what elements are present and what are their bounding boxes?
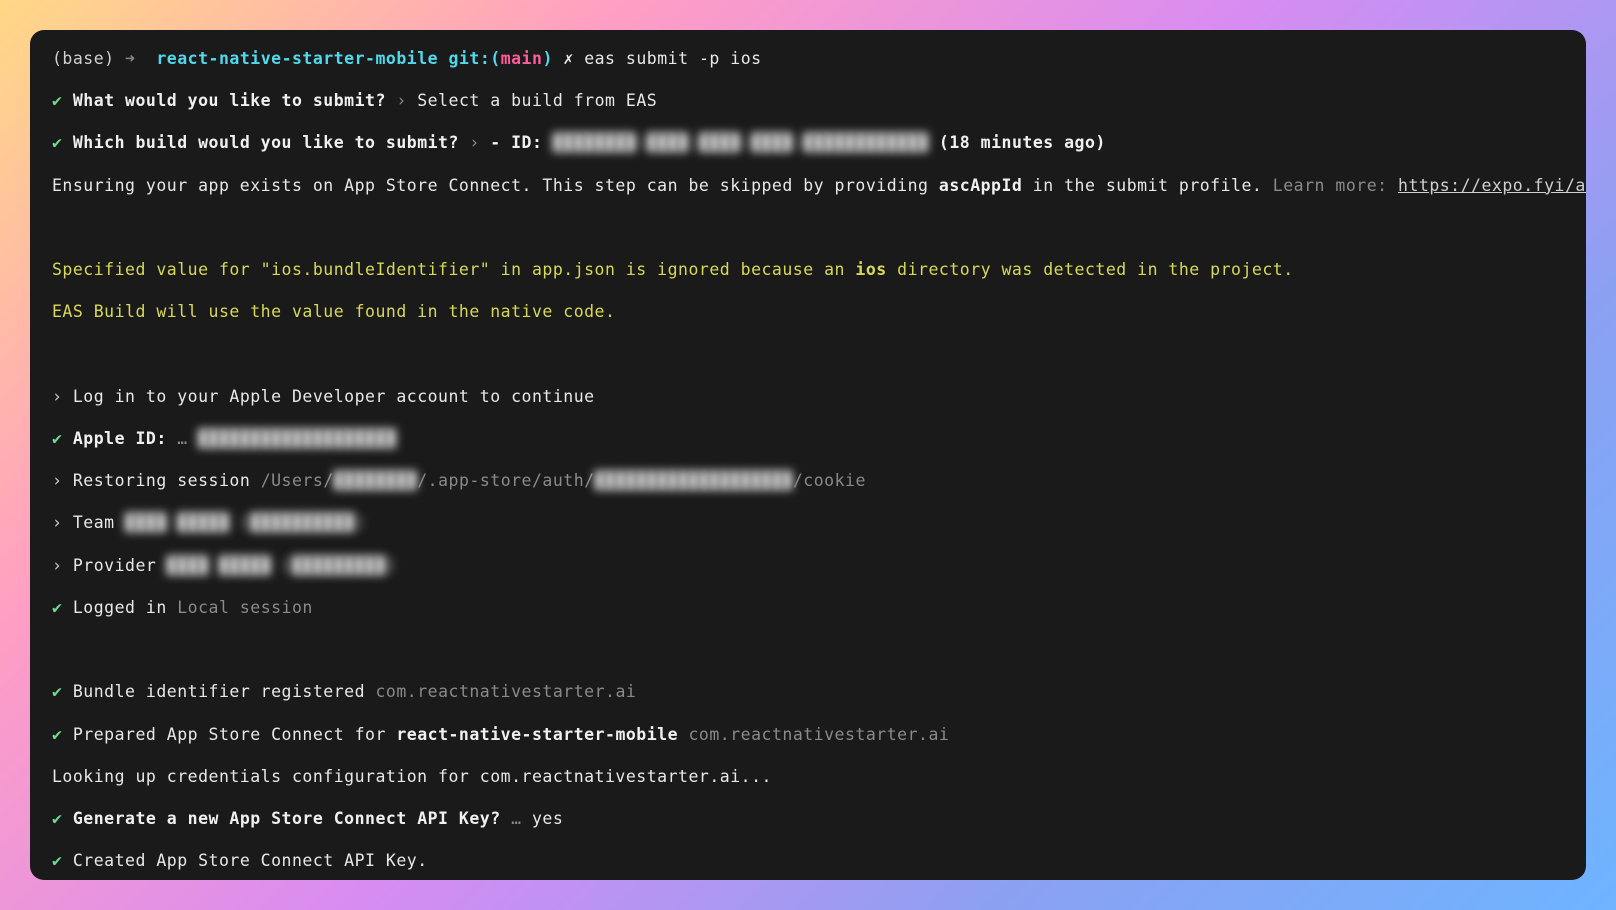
git-prefix: git:(: [449, 49, 501, 68]
typed-command: eas submit -p ios: [584, 49, 761, 68]
q2-time: (18 minutes ago): [939, 133, 1106, 152]
logged-in-line: ✔ Logged in Local session: [52, 597, 1564, 618]
warn1-post: directory was detected in the project.: [887, 260, 1294, 279]
redacted-apple-id: ███████████████████: [198, 429, 396, 448]
ensuring-line: Ensuring your app exists on App Store Co…: [52, 175, 1564, 196]
question-2: ✔ Which build would you like to submit? …: [52, 132, 1564, 153]
q2-text: Which build would you like to submit?: [73, 133, 459, 152]
prepared-bundle: com.reactnativestarter.ai: [678, 725, 949, 744]
bullet-icon: ›: [52, 387, 62, 406]
dirty-mark-icon: ✗: [563, 49, 573, 68]
prompt-line: (base) ➜ react-native-starter-mobile git…: [52, 48, 1564, 69]
question-1: ✔ What would you like to submit? › Selec…: [52, 90, 1564, 111]
warn1-pre: Specified value for "ios.bundleIdentifie…: [52, 260, 855, 279]
team-label: Team: [73, 513, 125, 532]
bundle-reg-text: Bundle identifier registered: [73, 682, 376, 701]
check-icon: ✔: [52, 133, 62, 152]
check-icon: ✔: [52, 682, 62, 701]
redacted-provider: ████ █████ (█████████): [167, 556, 397, 575]
provider-line: › Provider ████ █████ (█████████): [52, 555, 1564, 576]
restoring-line: › Restoring session /Users/████████/.app…: [52, 470, 1564, 491]
apple-id-label: Apple ID:: [73, 429, 167, 448]
apple-id-line: ✔ Apple ID: … ███████████████████: [52, 428, 1564, 449]
bullet-icon: ›: [52, 513, 62, 532]
generate-q: Generate a new App Store Connect API Key…: [73, 809, 501, 828]
path3: /cookie: [793, 471, 866, 490]
redacted-build-id: ████████-████-████-████-████████████: [553, 133, 929, 152]
ascAppId: ascAppId: [939, 176, 1022, 195]
generate-line: ✔ Generate a new App Store Connect API K…: [52, 808, 1564, 829]
created-line: ✔ Created App Store Connect API Key.: [52, 850, 1564, 871]
cwd: react-native-starter-mobile: [156, 49, 438, 68]
check-icon: ✔: [52, 429, 62, 448]
sep: ›: [396, 91, 406, 110]
prepared-pre: Prepared App Store Connect for: [73, 725, 396, 744]
created-text: Created App Store Connect API Key.: [73, 851, 428, 870]
logged-in-text: Logged in: [73, 598, 177, 617]
apple-login-line: › Log in to your Apple Developer account…: [52, 386, 1564, 407]
check-icon: ✔: [52, 91, 62, 110]
ensuring-post: in the submit profile.: [1022, 176, 1272, 195]
git-branch: main: [501, 49, 543, 68]
bullet-icon: ›: [52, 556, 62, 575]
team-line: › Team ████ █████ (██████████): [52, 512, 1564, 533]
check-icon: ✔: [52, 725, 62, 744]
prompt-arrow-icon: ➜: [125, 49, 135, 68]
path2: /.app-store/auth/: [417, 471, 594, 490]
check-icon: ✔: [52, 598, 62, 617]
q2-dash: - ID:: [490, 133, 542, 152]
check-icon: ✔: [52, 851, 62, 870]
warn1-ios: ios: [855, 260, 886, 279]
q1-answer: Select a build from EAS: [417, 91, 657, 110]
apple-login-text: Log in to your Apple Developer account t…: [73, 387, 595, 406]
local-session: Local session: [177, 598, 313, 617]
sep: ›: [469, 133, 479, 152]
terminal-window[interactable]: (base) ➜ react-native-starter-mobile git…: [30, 30, 1586, 880]
redacted-team: ████ █████ (██████████): [125, 513, 365, 532]
bundle-id: com.reactnativestarter.ai: [375, 682, 636, 701]
redacted-email: ███████████████████: [595, 471, 793, 490]
redacted-user: ████████: [334, 471, 417, 490]
ellipsis: …: [511, 809, 521, 828]
generate-answer: yes: [532, 809, 563, 828]
bullet-icon: ›: [52, 471, 62, 490]
conda-env: (base): [52, 49, 115, 68]
q1-text: What would you like to submit?: [73, 91, 386, 110]
check-icon: ✔: [52, 809, 62, 828]
prepared-line: ✔ Prepared App Store Connect for react-n…: [52, 724, 1564, 745]
learn-more: Learn more:: [1273, 176, 1398, 195]
ensuring-pre: Ensuring your app exists on App Store Co…: [52, 176, 939, 195]
restoring-pre: Restoring session: [73, 471, 261, 490]
warn-line-2: EAS Build will use the value found in th…: [52, 301, 1564, 322]
git-suffix: ): [542, 49, 552, 68]
bundle-reg-line: ✔ Bundle identifier registered com.react…: [52, 681, 1564, 702]
provider-label: Provider: [73, 556, 167, 575]
looking-line: Looking up credentials configuration for…: [52, 766, 1564, 787]
ellipsis: …: [177, 429, 187, 448]
warn-line-1: Specified value for "ios.bundleIdentifie…: [52, 259, 1564, 280]
prepared-name: react-native-starter-mobile: [396, 725, 678, 744]
path1: /Users/: [261, 471, 334, 490]
asc-app-id-link[interactable]: https://expo.fyi/asc-app-id: [1398, 176, 1586, 195]
